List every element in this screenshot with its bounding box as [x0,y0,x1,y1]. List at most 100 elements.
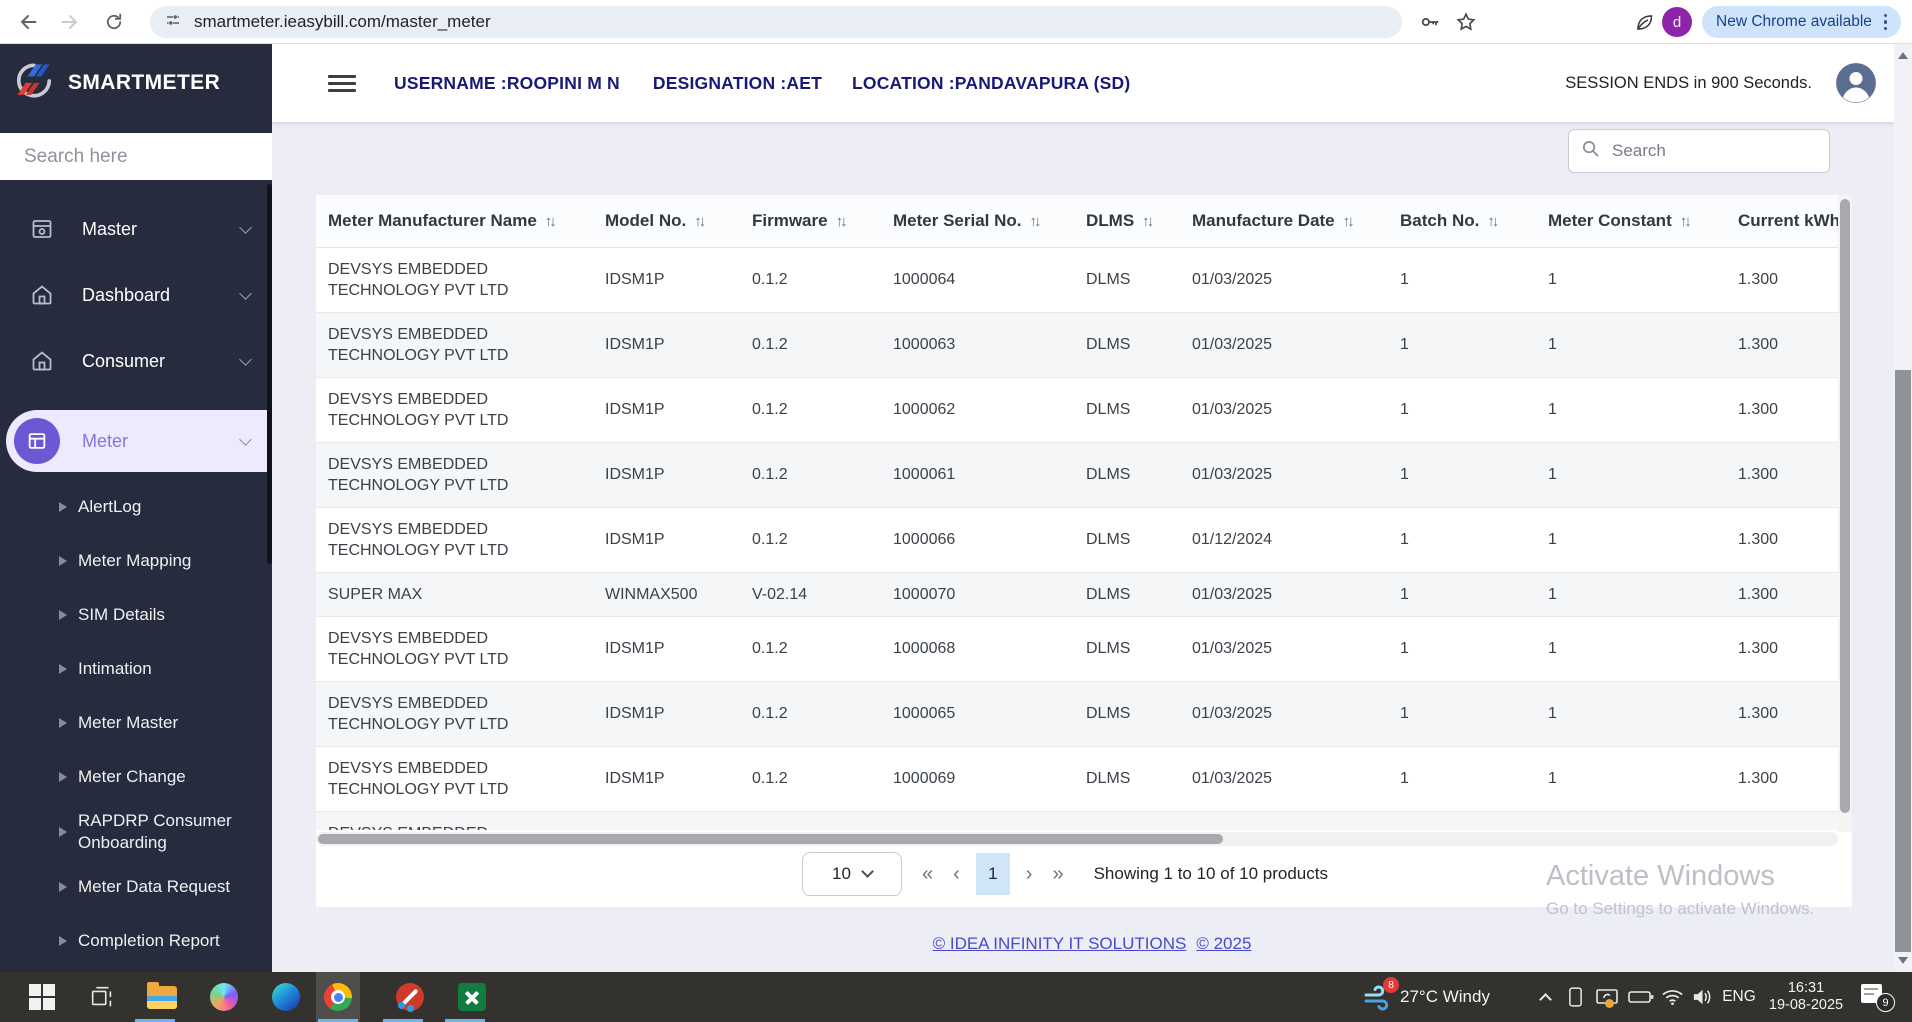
column-header-meter-constant[interactable]: Meter Constant ↑↓ [1536,195,1726,248]
column-header-meter-serial-no[interactable]: Meter Serial No. ↑↓ [881,195,1074,248]
sidebar-subitem-meter-data-request[interactable]: Meter Data Request [0,860,272,914]
start-button[interactable] [20,972,64,1022]
sidebar-subitem-label: Meter Change [78,767,186,786]
table-hscroll-thumb[interactable] [318,834,1223,844]
file-explorer-button[interactable] [140,972,184,1022]
browser-menu-icon[interactable] [1883,13,1888,31]
column-header-model-no[interactable]: Model No. ↑↓ [593,195,740,248]
weather-label[interactable]: 27°C Windy [1400,972,1520,1022]
session-countdown: SESSION ENDS in 900 Seconds. [1565,73,1812,92]
table-row: DEVSYS EMBEDDED TECHNOLOGY PVT LTD IDSM1P… [316,311,1838,377]
table-row: DEVSYS EMBEDDED TECHNOLOGY PVT LTD IDSM1P… [316,615,1838,681]
volume-tray-icon[interactable] [1688,972,1716,1022]
battery-tray-icon[interactable] [1626,972,1656,1022]
tray-expand-button[interactable] [1532,972,1558,1022]
sidebar-scrollbar[interactable] [267,184,272,564]
sidebar-item-dashboard[interactable]: Dashboard [0,262,272,328]
language-indicator[interactable]: ENG [1718,972,1760,1022]
url-text: smartmeter.ieasybill.com/master_meter [194,12,491,31]
table-cell: 0.1.2 [740,376,881,442]
table-cell: 0.1.2 [740,745,881,811]
sidebar-subitem-completion-report[interactable]: Completion Report [0,914,272,968]
chrome-button[interactable] [316,972,360,1022]
site-settings-icon[interactable] [164,11,182,34]
page-size-select[interactable]: 10 [802,852,902,896]
sidebar-item-label: Master [82,218,138,239]
header-designation: DESIGNATION :AET [652,72,823,93]
table-cell: 1 [1536,745,1726,811]
footer-year-link[interactable]: © 2025 [1196,934,1251,954]
file-explorer-icon [147,981,177,1009]
table-cell: 01/03/2025 [1180,376,1388,442]
table-vertical-scrollbar[interactable] [1838,195,1852,832]
sidebar-subitem-meter-change[interactable]: Meter Change [0,750,272,804]
sidebar-item-master[interactable]: Master [0,196,272,262]
column-header-meter-manufacturer-name[interactable]: Meter Manufacturer Name ↑↓ [316,195,593,248]
table-horizontal-scrollbar[interactable] [316,832,1838,846]
column-header-firmware[interactable]: Firmware ↑↓ [740,195,881,248]
arrow-right-icon [59,502,67,512]
scroll-down-arrow-icon[interactable] [1898,957,1908,964]
copilot-button[interactable] [202,972,246,1022]
table-cell: IDSM1P [593,745,740,811]
table-search-input[interactable] [1610,140,1817,162]
sidebar-subitem-meter-master[interactable]: Meter Master [0,696,272,750]
table-cell: 01/03/2025 [1180,571,1388,616]
weather-widget[interactable]: 8 [1360,972,1399,1022]
sidebar-subitem-alertlog[interactable]: AlertLog [0,480,272,534]
phone-link-tray-icon[interactable] [1562,972,1588,1022]
table-cell: 1.300 [1726,441,1838,507]
password-key-icon[interactable] [1416,8,1444,36]
table-cell: 01/03/2025 [1180,680,1388,746]
footer-company-link[interactable]: © IDEA INFINITY IT SOLUTIONS [933,934,1187,954]
clock[interactable]: 16:31 19-08-2025 [1760,972,1852,1022]
sidebar-item-meter[interactable]: Meter [6,410,272,472]
user-avatar[interactable] [1836,63,1876,103]
browser-profile-avatar[interactable]: d [1662,7,1692,37]
table-vscroll-thumb[interactable] [1840,199,1850,813]
sidebar-subitem-rapdrp-consumer-onboarding[interactable]: RAPDRP Consumer Onboarding [0,804,272,860]
current-page-button[interactable]: 1 [975,853,1010,895]
sidebar-search-input[interactable] [0,133,272,180]
column-header-manufacture-date[interactable]: Manufacture Date ↑↓ [1180,195,1388,248]
energy-saver-icon[interactable] [1630,8,1658,36]
browser-back-icon[interactable] [14,8,42,36]
column-header-dlms[interactable]: DLMS ↑↓ [1074,195,1180,248]
task-view-button[interactable] [80,972,124,1022]
menu-hamburger-icon[interactable] [328,74,356,92]
next-page-button[interactable]: › [1026,863,1033,886]
page-scroll-thumb[interactable] [1895,370,1911,952]
cast-tray-icon[interactable] [1592,972,1622,1022]
sidebar-subitem-meter-mapping[interactable]: Meter Mapping [0,534,272,588]
sidebar-subitem-intimation[interactable]: Intimation [0,642,272,696]
table-cell: DLMS [1074,745,1180,811]
edge-button[interactable] [264,972,308,1022]
snip-app-button[interactable] [388,972,432,1022]
wifi-tray-icon[interactable] [1658,972,1686,1022]
browser-forward-icon[interactable] [56,8,84,36]
table-row: DEVSYS EMBEDDED TECHNOLOGY PVT LTD IDSM1P… [316,246,1838,312]
table-cell: 1.300 [1726,311,1838,377]
table-cell: DEVSYS EMBEDDED [316,810,1838,830]
chevron-down-icon [239,286,252,300]
pagination-summary: Showing 1 to 10 of 10 products [1093,864,1328,883]
excel-button[interactable] [450,972,494,1022]
sidebar-subnav: AlertLog Meter Mapping SIM Details Intimati… [0,480,272,968]
sidebar-item-consumer[interactable]: Consumer [0,328,272,394]
column-header-current-kwh[interactable]: Current kWh↑↓ [1726,195,1838,248]
notification-center-button[interactable]: 9 [1858,972,1898,1022]
page-footer: © IDEA INFINITY IT SOLUTIONS © 2025 [272,934,1912,954]
chrome-update-button[interactable]: New Chrome available [1702,6,1902,38]
column-header-batch-no[interactable]: Batch No. ↑↓ [1388,195,1536,248]
first-page-button[interactable]: « [922,863,933,886]
table-cell: 1 [1388,571,1536,616]
table-cell: 1 [1388,615,1536,681]
prev-page-button[interactable]: ‹ [953,863,960,886]
page-scrollbar[interactable] [1894,44,1912,972]
bookmark-star-icon[interactable] [1452,8,1480,36]
sidebar-subitem-sim-details[interactable]: SIM Details [0,588,272,642]
last-page-button[interactable]: » [1052,863,1063,886]
browser-reload-icon[interactable] [100,8,128,36]
scroll-up-arrow-icon[interactable] [1898,52,1908,59]
address-bar[interactable]: smartmeter.ieasybill.com/master_meter [150,6,1402,38]
